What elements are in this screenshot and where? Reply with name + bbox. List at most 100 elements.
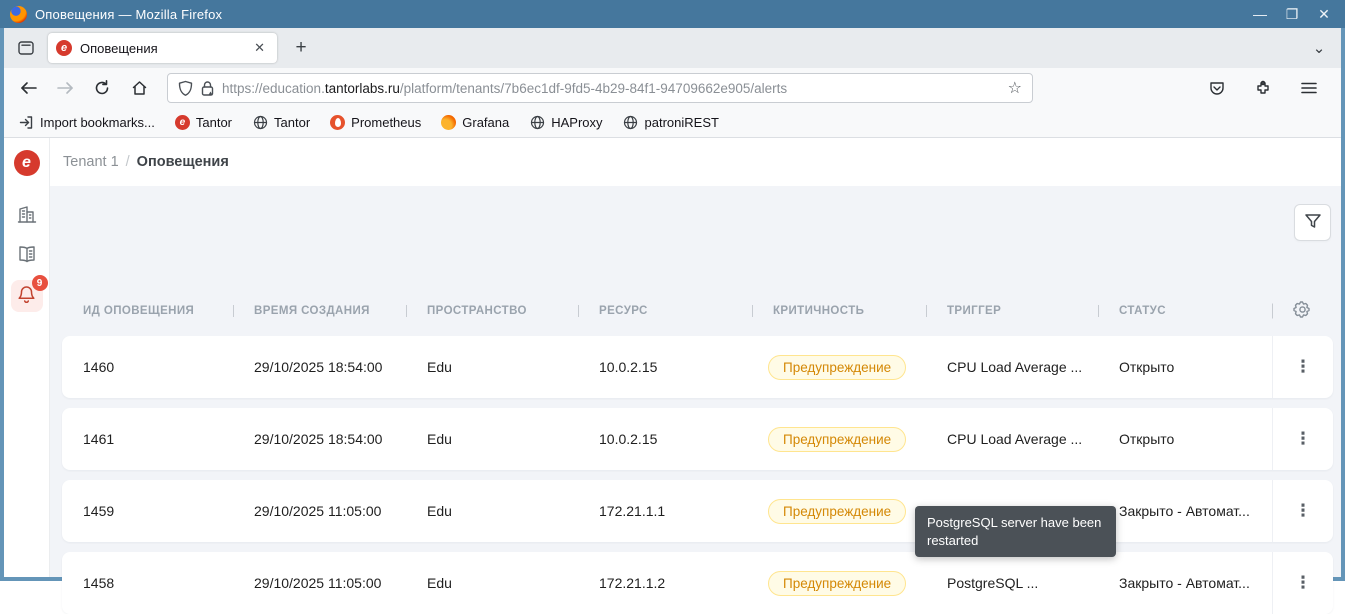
column-header-id[interactable]: ИД ОПОВЕЩЕНИЯ bbox=[62, 305, 233, 317]
bookmarks-toolbar: Import bookmarks... e Tantor Tantor Prom… bbox=[4, 108, 1341, 138]
bookmark-patronirest[interactable]: patroniREST bbox=[623, 115, 719, 131]
sidebar-item-alerts[interactable]: 9 bbox=[11, 280, 43, 312]
bookmark-prometheus[interactable]: Prometheus bbox=[330, 115, 421, 130]
alerts-content: ИД ОПОВЕЩЕНИЯ ВРЕМЯ СОЗДАНИЯ ПРОСТРАНСТВ… bbox=[50, 186, 1341, 577]
bookmark-star-icon[interactable]: ☆ bbox=[1008, 78, 1022, 98]
lock-warning-icon[interactable] bbox=[200, 80, 215, 97]
book-icon bbox=[16, 244, 38, 269]
kebab-icon: ⋮ bbox=[1295, 362, 1312, 371]
forward-button bbox=[51, 74, 79, 102]
extensions-icon[interactable] bbox=[1249, 74, 1277, 102]
app-sidebar: e 9 bbox=[4, 138, 50, 577]
table-row[interactable]: 1459 29/10/2025 11:05:00 Edu 172.21.1.1 … bbox=[62, 480, 1333, 542]
table-row[interactable]: 1458 29/10/2025 11:05:00 Edu 172.21.1.2 … bbox=[62, 552, 1333, 614]
tantor-favicon: e bbox=[56, 40, 72, 56]
cell-resource: 172.21.1.1 bbox=[578, 503, 752, 519]
column-header-resource[interactable]: РЕСУРС bbox=[578, 305, 752, 317]
column-header-severity[interactable]: КРИТИЧНОСТЬ bbox=[752, 305, 926, 317]
tab-strip: e Оповещения ✕ + ⌄ bbox=[4, 28, 1341, 68]
severity-badge: Предупреждение bbox=[768, 355, 906, 380]
cell-status: Закрыто - Автомат... bbox=[1098, 503, 1272, 519]
bookmark-haproxy[interactable]: HAProxy bbox=[529, 115, 602, 131]
table-settings-button[interactable] bbox=[1272, 300, 1333, 322]
sidebar-item-docs[interactable] bbox=[11, 240, 43, 272]
row-actions-button[interactable]: ⋮ bbox=[1272, 552, 1333, 614]
severity-badge: Предупреждение bbox=[768, 427, 906, 452]
minimize-button[interactable]: — bbox=[1247, 3, 1273, 25]
alerts-count-badge: 9 bbox=[32, 275, 48, 291]
kebab-icon: ⋮ bbox=[1295, 506, 1312, 515]
globe-icon bbox=[623, 115, 639, 131]
back-button[interactable] bbox=[14, 74, 42, 102]
alerts-table-body: 1460 29/10/2025 18:54:00 Edu 10.0.2.15 П… bbox=[62, 336, 1333, 614]
window-frame: e Оповещения ✕ + ⌄ bbox=[0, 28, 1345, 581]
row-actions-button[interactable]: ⋮ bbox=[1272, 408, 1333, 470]
severity-badge: Предупреждение bbox=[768, 499, 906, 524]
browser-window: Оповещения — Mozilla Firefox — ❐ ✕ e Опо… bbox=[0, 0, 1345, 581]
cell-trigger: PostgreSQL ... bbox=[926, 575, 1098, 591]
cell-status: Закрыто - Автомат... bbox=[1098, 575, 1272, 591]
row-actions-button[interactable]: ⋮ bbox=[1272, 336, 1333, 398]
tab-close-icon[interactable]: ✕ bbox=[250, 38, 269, 58]
cell-id: 1459 bbox=[62, 503, 233, 519]
tantor-logo[interactable]: e bbox=[14, 150, 40, 176]
import-icon bbox=[18, 115, 34, 131]
new-tab-button[interactable]: + bbox=[287, 34, 315, 62]
cell-space: Edu bbox=[406, 575, 578, 591]
table-row[interactable]: 1460 29/10/2025 18:54:00 Edu 10.0.2.15 П… bbox=[62, 336, 1333, 398]
table-header: ИД ОПОВЕЩЕНИЯ ВРЕМЯ СОЗДАНИЯ ПРОСТРАНСТВ… bbox=[62, 293, 1333, 329]
maximize-button[interactable]: ❐ bbox=[1279, 3, 1305, 25]
cell-created: 29/10/2025 18:54:00 bbox=[233, 359, 406, 375]
url-text: https://education.tantorlabs.ru/platform… bbox=[222, 81, 1002, 96]
firefox-view-icon[interactable] bbox=[12, 34, 40, 62]
grafana-icon bbox=[441, 115, 456, 130]
globe-icon bbox=[529, 115, 545, 131]
bookmark-grafana[interactable]: Grafana bbox=[441, 115, 509, 130]
cell-resource: 10.0.2.15 bbox=[578, 431, 752, 447]
bookmark-tantor-2[interactable]: Tantor bbox=[252, 115, 310, 131]
breadcrumb-tenant-link[interactable]: Tenant 1 bbox=[63, 154, 119, 170]
bookmark-import[interactable]: Import bookmarks... bbox=[18, 115, 155, 131]
trigger-tooltip: PostgreSQL server have been restarted bbox=[915, 506, 1116, 557]
pocket-icon[interactable] bbox=[1203, 74, 1231, 102]
cell-created: 29/10/2025 11:05:00 bbox=[233, 503, 406, 519]
tab-alerts[interactable]: e Оповещения ✕ bbox=[48, 33, 277, 63]
column-header-trigger[interactable]: ТРИГГЕР bbox=[926, 305, 1098, 317]
shield-icon[interactable] bbox=[178, 80, 193, 97]
home-button[interactable] bbox=[125, 74, 153, 102]
list-all-tabs-icon[interactable]: ⌄ bbox=[1305, 34, 1333, 62]
reload-button[interactable] bbox=[88, 74, 116, 102]
kebab-icon: ⋮ bbox=[1295, 434, 1312, 443]
cell-space: Edu bbox=[406, 359, 578, 375]
cell-id: 1461 bbox=[62, 431, 233, 447]
cell-resource: 10.0.2.15 bbox=[578, 359, 752, 375]
table-row[interactable]: 1461 29/10/2025 18:54:00 Edu 10.0.2.15 П… bbox=[62, 408, 1333, 470]
navigation-toolbar: https://education.tantorlabs.ru/platform… bbox=[4, 68, 1341, 108]
cell-id: 1458 bbox=[62, 575, 233, 591]
app-viewport: e 9 bbox=[4, 138, 1341, 577]
column-header-created[interactable]: ВРЕМЯ СОЗДАНИЯ bbox=[233, 305, 406, 317]
app-main: Tenant 1 / Оповещения ИД ОПОВЕЩЕНИЯ bbox=[50, 138, 1341, 577]
bookmark-tantor-1[interactable]: e Tantor bbox=[175, 115, 232, 130]
severity-badge: Предупреждение bbox=[768, 571, 906, 596]
column-header-status[interactable]: СТАТУС bbox=[1098, 305, 1272, 317]
cell-id: 1460 bbox=[62, 359, 233, 375]
cell-resource: 172.21.1.2 bbox=[578, 575, 752, 591]
filter-button[interactable] bbox=[1294, 204, 1331, 241]
url-bar[interactable]: https://education.tantorlabs.ru/platform… bbox=[167, 73, 1033, 103]
cell-space: Edu bbox=[406, 431, 578, 447]
gear-icon bbox=[1293, 300, 1312, 322]
column-header-space[interactable]: ПРОСТРАНСТВО bbox=[406, 305, 578, 317]
tantor-favicon: e bbox=[175, 115, 190, 130]
prometheus-icon bbox=[330, 115, 345, 130]
close-button[interactable]: ✕ bbox=[1311, 3, 1337, 25]
tab-title: Оповещения bbox=[80, 41, 250, 56]
window-title: Оповещения — Mozilla Firefox bbox=[35, 7, 222, 22]
menu-hamburger-icon[interactable] bbox=[1295, 74, 1323, 102]
row-actions-button[interactable]: ⋮ bbox=[1272, 480, 1333, 542]
building-icon bbox=[16, 204, 38, 229]
page-title: Оповещения bbox=[137, 154, 229, 170]
window-titlebar: Оповещения — Mozilla Firefox — ❐ ✕ bbox=[0, 0, 1345, 28]
breadcrumb: Tenant 1 / Оповещения bbox=[50, 138, 1341, 186]
sidebar-item-tenants[interactable] bbox=[11, 200, 43, 232]
